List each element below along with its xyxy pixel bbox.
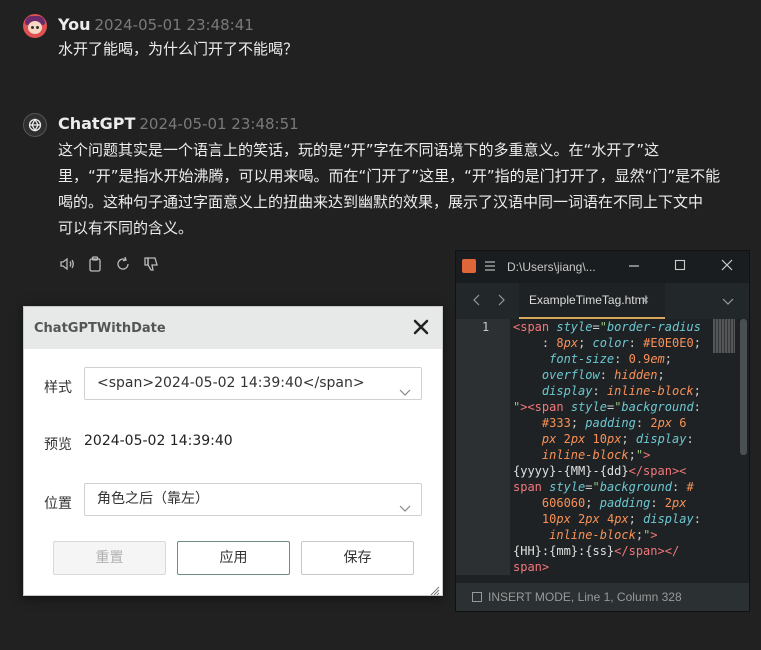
- user-name-row: You 2024-05-01 23:48:41: [58, 15, 254, 34]
- assistant-line: 这个问题其实是一个语言上的笑话，玩的是“开”字在不同语境下的多重意义。在“水开了…: [58, 141, 660, 159]
- style-select-value: <span>2024-05-02 14:39:40</span>: [97, 375, 365, 391]
- hamburger-menu-icon[interactable]: [484, 260, 496, 275]
- editor-tab-label: ExampleTimeTag.html: [529, 293, 648, 307]
- chatgpt-logo-icon: [23, 113, 47, 137]
- assistant-line: 喝的。这种句子通过字面意义上的扭曲来达到幽默的效果，展示了汉语中同一词语在不同上…: [58, 193, 704, 211]
- user-timestamp: 2024-05-01 23:48:41: [94, 16, 254, 34]
- close-icon[interactable]: [721, 259, 733, 274]
- copy-icon[interactable]: [86, 255, 104, 273]
- code-text[interactable]: <span style="border-radius : 8px; color:…: [513, 319, 731, 575]
- regenerate-icon[interactable]: [114, 255, 132, 273]
- position-select-value: 角色之后（靠左）: [97, 491, 209, 507]
- editor-tab[interactable]: ExampleTimeTag.html ×: [519, 283, 665, 319]
- chevron-left-icon[interactable]: [472, 294, 482, 309]
- minimap[interactable]: [713, 319, 735, 353]
- assistant-message-text: 这个问题其实是一个语言上的笑话，玩的是“开”字在不同语境下的多重意义。在“水开了…: [58, 137, 720, 241]
- line-gutter: 1: [456, 319, 510, 575]
- editor-tab-bar: ExampleTimeTag.html ×: [456, 283, 749, 319]
- dialog-titlebar: ChatGPTWithDate: [24, 307, 442, 349]
- user-message-text: 水开了能喝，为什么门开了不能喝？: [58, 40, 299, 58]
- editor-path: D:\Users\jiang\...: [507, 260, 596, 274]
- sublime-logo-icon: [462, 259, 476, 273]
- chevron-down-icon[interactable]: [722, 294, 734, 309]
- assistant-line: 可以有不同的含义。: [58, 219, 194, 237]
- save-button[interactable]: 保存: [301, 541, 414, 575]
- minimize-icon[interactable]: [628, 259, 640, 274]
- preview-value: 2024-05-02 14:39:40: [84, 433, 233, 449]
- position-label: 位置: [44, 496, 72, 512]
- vertical-scrollbar[interactable]: [740, 319, 747, 455]
- chevron-right-icon[interactable]: [496, 294, 506, 309]
- editor-status-bar: INSERT MODE, Line 1, Column 328: [456, 583, 749, 611]
- panel-toggle-icon[interactable]: [472, 592, 482, 602]
- close-icon[interactable]: [412, 318, 430, 336]
- apply-button[interactable]: 应用: [177, 541, 290, 575]
- assistant-line: 里，“开”是指水开始沸腾，可以用来喝。而在“门开了”这里，“开”指的是门打开了，…: [58, 167, 721, 185]
- tab-close-icon[interactable]: ×: [642, 283, 649, 317]
- editor-titlebar: D:\Users\jiang\...: [456, 251, 749, 283]
- chevron-down-icon: [399, 494, 411, 525]
- position-select[interactable]: 角色之后（靠左）: [84, 483, 422, 516]
- preview-label: 预览: [44, 437, 72, 453]
- style-select[interactable]: <span>2024-05-02 14:39:40</span>: [84, 367, 422, 400]
- chevron-down-icon: [399, 378, 411, 409]
- maximize-icon[interactable]: [674, 259, 686, 274]
- style-label: 样式: [44, 380, 72, 396]
- read-aloud-icon[interactable]: [58, 255, 76, 273]
- code-editor-window: D:\Users\jiang\... ExampleTimeTag.html ×…: [455, 250, 750, 612]
- assistant-name-row: ChatGPT 2024-05-01 23:48:51: [58, 114, 299, 133]
- resize-grip-icon[interactable]: [428, 581, 440, 596]
- dialog-title: ChatGPTWithDate: [34, 320, 166, 336]
- user-avatar: [23, 14, 47, 38]
- thumbs-down-icon[interactable]: [142, 255, 160, 273]
- user-name: You: [58, 15, 91, 34]
- code-area[interactable]: 1 <span style="border-radius : 8px; colo…: [456, 319, 749, 575]
- settings-dialog: ChatGPTWithDate 样式 <span>2024-05-02 14:3…: [23, 306, 443, 596]
- message-actions: [58, 255, 160, 273]
- line-number: 1: [482, 320, 490, 334]
- status-text: INSERT MODE, Line 1, Column 328: [488, 590, 682, 604]
- assistant-name: ChatGPT: [58, 114, 136, 133]
- reset-button[interactable]: 重置: [53, 541, 166, 575]
- assistant-timestamp: 2024-05-01 23:48:51: [139, 115, 299, 133]
